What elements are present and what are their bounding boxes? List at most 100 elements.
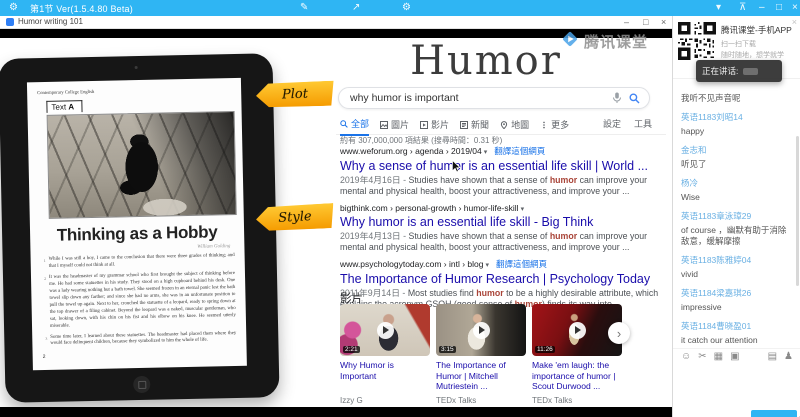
result-title[interactable]: The Importance of Humor Research | Psych… bbox=[340, 272, 662, 286]
chat-username: 英语1183章泳璋29 bbox=[681, 210, 793, 222]
textbook-paragraph: 3 Some time later, I learned about these… bbox=[42, 331, 236, 349]
tab-label: 圖片 bbox=[391, 118, 409, 131]
result-url[interactable]: www.weforum.org › agenda › 2019/04▾ 翻譯這個網… bbox=[340, 145, 662, 157]
result-title[interactable]: Why a sense of humor is an essential lif… bbox=[340, 159, 662, 173]
window-app-icon bbox=[6, 18, 14, 26]
result-url[interactable]: bigthink.com › personal-growth › humor-l… bbox=[340, 203, 662, 213]
search-result: www.psychologytoday.com › intl › blog▾翻譯… bbox=[340, 258, 662, 311]
pin-icon[interactable]: ⊼ bbox=[739, 1, 746, 15]
image-icon[interactable]: ▦ bbox=[714, 351, 723, 362]
result-url[interactable]: www.psychologytoday.com › intl › blog▾翻譯… bbox=[340, 258, 662, 270]
video-card[interactable]: 2:21 Why Humor is Important Izzy G bbox=[340, 304, 430, 407]
settings-gear-icon[interactable]: ⚙ bbox=[402, 1, 411, 15]
textbook-title: Thinking as a Hobby bbox=[40, 222, 234, 246]
search-icon[interactable] bbox=[629, 93, 640, 104]
video-card[interactable]: 3:15 The Importance of Humor | Mitchell … bbox=[436, 304, 526, 407]
tab-more[interactable]: 更多 bbox=[540, 117, 569, 136]
tab-maps[interactable]: 地圖 bbox=[500, 117, 529, 136]
chat-username: 金志和 bbox=[681, 144, 793, 156]
video-title[interactable]: The Importance of Humor | Mitchell Mutri… bbox=[436, 360, 526, 392]
watermark-play-icon bbox=[560, 29, 580, 54]
window-content: Contemporary College English Text A Thin… bbox=[0, 28, 672, 417]
video-source: TEDx Talks bbox=[436, 396, 476, 405]
send-button[interactable] bbox=[751, 410, 797, 417]
tab-images[interactable]: 圖片 bbox=[380, 117, 409, 136]
speaking-toast: 正在讲话: bbox=[696, 60, 782, 82]
videos-next-icon[interactable]: › bbox=[608, 322, 630, 344]
maximize-icon[interactable]: □ bbox=[776, 1, 782, 15]
video-source: TEDx Talks bbox=[532, 396, 572, 405]
video-thumbnail[interactable]: 3:15 bbox=[436, 304, 526, 356]
result-breadcrumb: www.weforum.org › agenda › 2019/04 bbox=[340, 146, 482, 156]
play-icon[interactable] bbox=[473, 322, 490, 339]
thinker-statue-photo bbox=[47, 111, 237, 219]
tab-label: 影片 bbox=[431, 118, 449, 131]
screenshot-scissors-icon[interactable]: ✂ bbox=[698, 351, 706, 362]
tablet-home-button bbox=[133, 376, 150, 393]
speaker-name-blur bbox=[743, 68, 758, 75]
translate-link[interactable]: 翻譯這個網頁 bbox=[496, 259, 547, 269]
chat-text: impressive bbox=[681, 302, 793, 313]
play-icon[interactable] bbox=[377, 322, 394, 339]
tab-all[interactable]: 全部 bbox=[340, 117, 369, 136]
result-snippet: 2019年4月16日 - Studies have shown that a s… bbox=[340, 175, 662, 198]
dropdown-icon[interactable]: ▾ bbox=[716, 1, 721, 15]
paragraph-text: Some time later, I learned about these s… bbox=[50, 331, 236, 349]
video-source: Izzy G bbox=[340, 396, 363, 405]
main-window: Humor writing 101 – □ × Contemporary Col… bbox=[0, 16, 672, 417]
search-input[interactable] bbox=[348, 91, 605, 105]
tab-videos[interactable]: 影片 bbox=[420, 117, 449, 136]
video-card[interactable]: 11:26 Make 'em laugh: the importance of … bbox=[532, 304, 622, 407]
chat-username: 英语1184梁嘉琪26 bbox=[681, 287, 793, 299]
member-list-icon[interactable]: ♟ bbox=[784, 351, 793, 362]
annotate-icon[interactable]: ✎ bbox=[300, 1, 308, 15]
snippet-text: Studies have shown that a sense of bbox=[408, 175, 549, 185]
qr-code bbox=[678, 22, 716, 65]
chat-text: happy bbox=[681, 126, 793, 137]
promo-close-icon[interactable]: × bbox=[792, 17, 797, 27]
mouse-cursor bbox=[452, 160, 461, 178]
video-title[interactable]: Why Humor is Important bbox=[340, 360, 430, 381]
window-minimize-icon[interactable]: – bbox=[624, 16, 629, 28]
promo-line1: 扫一扫下载 bbox=[721, 39, 756, 49]
chat-message-list[interactable]: 我听不见声音呢 英语1183刘昭14 happy 金志和 听见了 杨冷 Wise… bbox=[673, 88, 800, 346]
mic-icon[interactable] bbox=[612, 92, 622, 104]
paragraph-text: It was the headmaster of my grammar scho… bbox=[49, 271, 236, 331]
tab-label: 全部 bbox=[351, 117, 369, 130]
result-title[interactable]: Why humor is an essential life skill - B… bbox=[340, 215, 662, 229]
chat-record-icon[interactable]: ▤ bbox=[768, 351, 777, 362]
window-title: Humor writing 101 bbox=[18, 17, 83, 26]
result-menu-caret-icon[interactable]: ▾ bbox=[521, 206, 525, 213]
close-icon[interactable]: × bbox=[792, 1, 798, 15]
videos-row: 2:21 Why Humor is Important Izzy G 3:15 … bbox=[340, 304, 622, 407]
textbook-page-number: 2 bbox=[43, 350, 237, 360]
emoji-icon[interactable]: ☺ bbox=[681, 351, 691, 362]
share-icon[interactable]: ↗ bbox=[352, 1, 360, 15]
window-close-icon[interactable]: × bbox=[661, 16, 666, 28]
snippet-text: Studies have shown that a sense of bbox=[408, 231, 549, 241]
result-menu-caret-icon[interactable]: ▾ bbox=[485, 262, 489, 269]
snippet-text: Most studies find bbox=[408, 288, 476, 298]
search-tabs-row: 全部 圖片 影片 新聞 bbox=[336, 117, 666, 135]
text-a-letter: A bbox=[68, 102, 74, 111]
tools-link[interactable]: 工具 bbox=[634, 117, 652, 130]
play-icon[interactable] bbox=[569, 322, 586, 339]
settings-link[interactable]: 設定 bbox=[603, 117, 621, 130]
result-menu-caret-icon[interactable]: ▾ bbox=[484, 149, 488, 156]
translate-link[interactable]: 翻譯這個網頁 bbox=[494, 146, 545, 156]
video-duration: 2:21 bbox=[343, 346, 360, 353]
chat-username: 英语1183陈雅婷04 bbox=[681, 254, 793, 266]
video-thumbnail[interactable]: 2:21 bbox=[340, 304, 430, 356]
video-title[interactable]: Make 'em laugh: the importance of humor … bbox=[532, 360, 622, 392]
video-duration: 3:15 bbox=[439, 346, 456, 353]
chat-toolbar: ☺ ✂ ▦ ▣ ▤ ♟ bbox=[673, 348, 800, 364]
search-box[interactable] bbox=[338, 87, 650, 109]
minimize-icon[interactable]: – bbox=[759, 1, 765, 15]
tab-news[interactable]: 新聞 bbox=[460, 117, 489, 136]
result-snippet: 2019年4月13日 - Studies have shown that a s… bbox=[340, 231, 662, 254]
camera-icon[interactable]: ▣ bbox=[730, 351, 739, 362]
chat-text: vivid bbox=[681, 269, 793, 280]
watermark-text: 腾讯课堂 bbox=[584, 31, 648, 52]
window-maximize-icon[interactable]: □ bbox=[643, 16, 648, 28]
chat-scrollbar[interactable] bbox=[796, 136, 799, 286]
